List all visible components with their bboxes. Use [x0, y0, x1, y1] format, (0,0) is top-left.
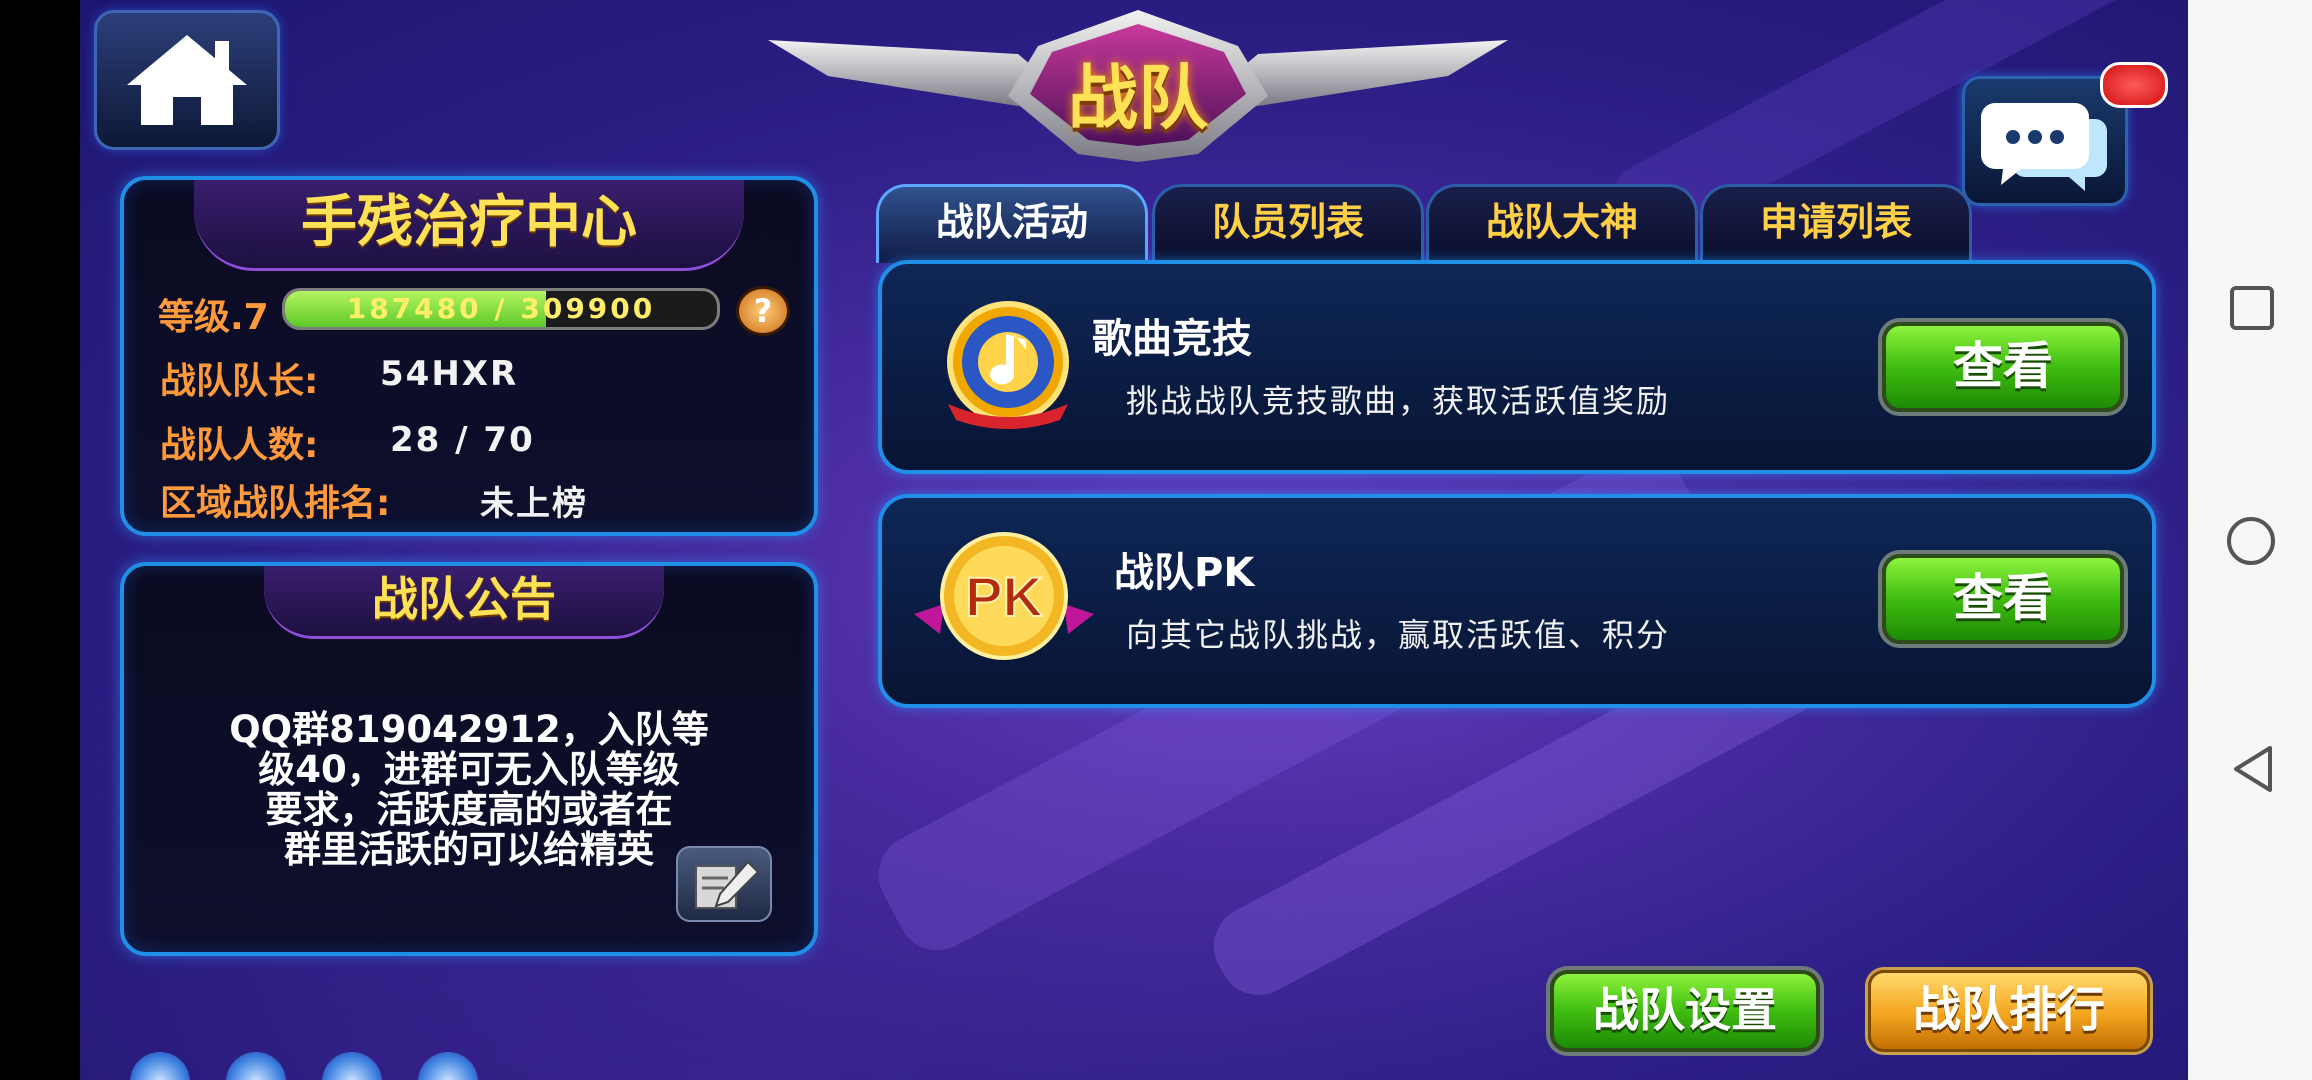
notice-line: 要求，活跃度高的或者在 [265, 788, 673, 831]
square-icon [2230, 286, 2274, 330]
rank-value: 未上榜 [480, 484, 588, 524]
team-ranking-button[interactable]: 战队排行 [1868, 970, 2150, 1052]
edit-pencil-icon [695, 860, 760, 909]
activity-description: 挑战战队竞技歌曲，获取活跃值奖励 [1126, 382, 1671, 420]
question-mark-icon: ? [753, 292, 773, 330]
header-emblem: 战队 [768, 6, 1508, 166]
activity-title: 歌曲竞技 [1092, 316, 1252, 362]
level-label: 等级.7 [158, 297, 269, 338]
help-button[interactable]: ? [736, 286, 790, 336]
tab-team-masters[interactable]: 战队大神 [1426, 184, 1698, 263]
notice-title: 战队公告 [264, 566, 664, 639]
activity-card-song-contest: 歌曲竞技 挑战战队竞技歌曲，获取活跃值奖励 查看 [878, 260, 2156, 474]
back-button[interactable] [2230, 744, 2276, 794]
edit-notice-button[interactable] [676, 846, 772, 922]
light-dot [226, 1052, 286, 1080]
notice-line: QQ群819042912，入队等 [229, 708, 709, 751]
notification-dot [2100, 62, 2168, 108]
system-navigation-bar [2188, 0, 2312, 1080]
tab-member-list[interactable]: 队员列表 [1152, 184, 1424, 263]
activity-description: 向其它战队挑战，赢取活跃值、积分 [1126, 616, 1671, 654]
xp-progress-text: 187480 / 309900 [346, 292, 656, 325]
chat-bubble-icon [1981, 103, 2107, 191]
circle-icon [2227, 517, 2275, 565]
members-value: 28 / 70 [390, 420, 535, 460]
activity-title: 战队PK [1114, 550, 1255, 596]
page-title: 战队 [1068, 57, 1208, 139]
recent-apps-button[interactable] [2230, 286, 2274, 330]
pk-badge-text: PK [965, 565, 1043, 628]
xp-progress-bar: 187480 / 309900 [282, 288, 720, 330]
home-icon [127, 35, 247, 125]
team-name: 手残治疗中心 [194, 180, 744, 271]
music-note-icon [947, 301, 1069, 429]
view-team-pk-button[interactable]: 查看 [1882, 554, 2124, 644]
pk-badge-icon: PK [914, 532, 1094, 660]
rank-label: 区域战队排名: [160, 483, 391, 524]
members-label: 战队人数: [160, 425, 319, 466]
captain-value: 54HXR [380, 354, 519, 394]
light-dot [130, 1052, 190, 1080]
view-song-contest-button[interactable]: 查看 [1882, 322, 2124, 412]
notice-line: 级40，进群可无入队等级 [258, 748, 680, 791]
captain-label: 战队队长: [160, 361, 319, 402]
light-dot [322, 1052, 382, 1080]
team-settings-button[interactable]: 战队设置 [1550, 970, 1820, 1052]
light-dot [418, 1052, 478, 1080]
activity-card-team-pk: PK 战队PK 向其它战队挑战，赢取活跃值、积分 查看 [878, 494, 2156, 708]
decorative-light-dots [130, 1052, 550, 1080]
back-triangle-icon [2234, 746, 2272, 792]
game-screen: 战队 手残治疗中心 等级.7 187480 / 309900 ? 战队队长: 5… [80, 0, 2188, 1080]
tab-application-list[interactable]: 申请列表 [1700, 184, 1972, 263]
home-system-button[interactable] [2226, 516, 2276, 566]
home-button[interactable] [94, 10, 280, 150]
tab-team-activities[interactable]: 战队活动 [876, 184, 1148, 263]
